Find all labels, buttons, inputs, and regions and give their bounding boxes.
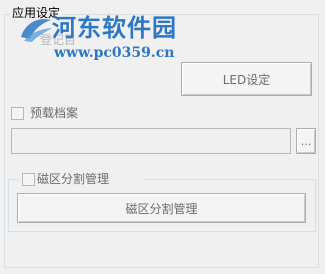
file-path-input[interactable] xyxy=(11,128,291,154)
watermark-logo-icon xyxy=(21,19,52,42)
led-settings-button[interactable]: LED设定 xyxy=(181,62,312,96)
watermark-url: www.pc0359.cn xyxy=(54,45,175,61)
preload-file-checkbox[interactable] xyxy=(11,107,24,120)
watermark-title: 河东软件园 xyxy=(52,13,177,42)
disk-partition-button[interactable]: 磁区分割管理 xyxy=(17,193,306,223)
disk-partition-checkbox[interactable] xyxy=(22,173,35,186)
browse-button[interactable]: ... xyxy=(296,128,316,154)
settings-panel: 应用设定 登记目 河东软件园 www.pc0359.cn LED设定 预载档案 … xyxy=(0,0,325,274)
disk-partition-group-label: 磁区分割管理 xyxy=(37,172,110,186)
preload-file-label: 预载档案 xyxy=(30,106,79,120)
